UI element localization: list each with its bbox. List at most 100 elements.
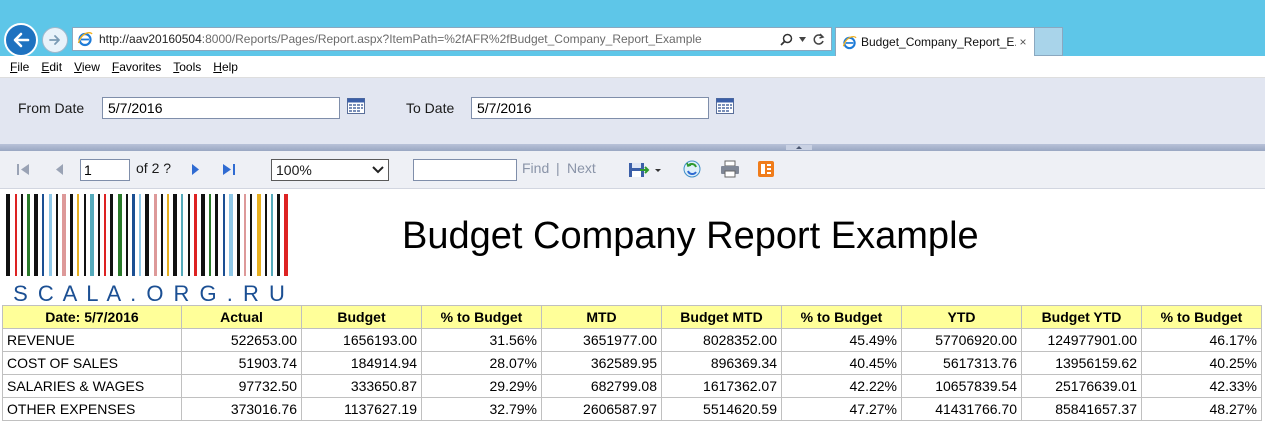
- dropdown-arrow-icon[interactable]: [799, 36, 806, 42]
- menu-help[interactable]: Help: [213, 60, 238, 74]
- column-header-pct-budget: % to Budget: [421, 305, 542, 329]
- back-button[interactable]: [4, 23, 38, 57]
- table-cell: 184914.94: [301, 351, 422, 375]
- barcode-bar: [132, 194, 135, 276]
- barcode-bar: [126, 194, 128, 276]
- table-cell: 42.22%: [781, 374, 902, 398]
- table-cell: 25176639.01: [1021, 374, 1142, 398]
- collapse-arrow-icon[interactable]: [786, 145, 812, 150]
- find-input[interactable]: [413, 159, 517, 181]
- column-header-date: Date: 5/7/2016: [2, 305, 182, 329]
- parameters-splitter[interactable]: [0, 144, 1265, 151]
- table-row: REVENUE 522653.00 1656193.00 31.56% 3651…: [2, 328, 1262, 352]
- column-header-budget: Budget: [301, 305, 422, 329]
- url-text[interactable]: http://aav20160504:8000/Reports/Pages/Re…: [99, 32, 780, 46]
- address-bar[interactable]: http://aav20160504:8000/Reports/Pages/Re…: [72, 27, 832, 51]
- barcode-bar: [42, 194, 44, 276]
- barcode-bar: [201, 194, 205, 276]
- browser-tab[interactable]: Budget_Company_Report_E... ×: [835, 27, 1035, 56]
- menu-tools[interactable]: Tools: [173, 60, 201, 74]
- last-page-icon[interactable]: [222, 163, 236, 176]
- barcode-bar: [110, 194, 113, 276]
- table-cell: 1656193.00: [301, 328, 422, 352]
- zoom-select[interactable]: 100%: [271, 159, 389, 181]
- barcode-bar: [167, 194, 169, 276]
- table-cell: 333650.87: [301, 374, 422, 398]
- barcode-bar: [250, 194, 252, 276]
- barcode-bar: [265, 194, 267, 276]
- table-cell: 45.49%: [781, 328, 902, 352]
- table-cell: 682799.08: [541, 374, 662, 398]
- table-cell: 2606587.97: [541, 397, 662, 421]
- table-cell: 1617362.07: [661, 374, 782, 398]
- table-cell: 51903.74: [181, 351, 302, 375]
- page-number-input[interactable]: [80, 159, 130, 181]
- find-separator: |: [556, 160, 560, 176]
- refresh-report-icon[interactable]: [683, 160, 701, 178]
- forward-button[interactable]: [42, 27, 68, 53]
- print-icon[interactable]: [720, 160, 740, 178]
- barcode-bar: [34, 194, 38, 276]
- barcode-bar: [284, 194, 288, 276]
- column-header-pct-budget-mtd: % to Budget: [781, 305, 902, 329]
- table-cell: 522653.00: [181, 328, 302, 352]
- menu-file[interactable]: File: [10, 60, 29, 74]
- table-cell: 47.27%: [781, 397, 902, 421]
- barcode-bar: [27, 194, 30, 276]
- barcode-bar: [277, 194, 280, 276]
- report-table: Date: 5/7/2016 Actual Budget % to Budget…: [2, 305, 1262, 421]
- column-header-budget-ytd: Budget YTD: [1021, 305, 1142, 329]
- table-cell: 1137627.19: [301, 397, 422, 421]
- tab-title: Budget_Company_Report_E...: [861, 35, 1016, 49]
- barcode-bar: [154, 194, 157, 276]
- refresh-icon[interactable]: [812, 32, 825, 46]
- from-date-input[interactable]: [102, 97, 340, 119]
- data-feed-icon[interactable]: [757, 160, 775, 178]
- search-icon[interactable]: [780, 33, 793, 46]
- table-cell: 362589.95: [541, 351, 662, 375]
- table-cell: 13956159.62: [1021, 351, 1142, 375]
- calendar-icon[interactable]: [347, 98, 365, 114]
- table-row: SALARIES & WAGES 97732.50 333650.87 29.2…: [2, 374, 1262, 398]
- chevron-down-icon: [372, 166, 384, 174]
- barcode-bar: [77, 194, 79, 276]
- report-parameters: From Date To Date: [0, 78, 1265, 145]
- next-link[interactable]: Next: [567, 160, 596, 176]
- table-cell: 31.56%: [421, 328, 542, 352]
- barcode-bar: [15, 194, 17, 276]
- row-label: OTHER EXPENSES: [2, 397, 182, 421]
- barcode-bar: [229, 194, 233, 276]
- table-cell: 10657839.54: [901, 374, 1022, 398]
- barcode-bar: [181, 194, 183, 276]
- back-arrow-icon: [13, 32, 30, 48]
- next-page-icon[interactable]: [191, 163, 201, 176]
- barcode-bar: [161, 194, 163, 276]
- previous-page-icon[interactable]: [54, 163, 64, 176]
- menu-edit[interactable]: Edit: [41, 60, 62, 74]
- export-icon[interactable]: [628, 161, 664, 179]
- column-header-actual: Actual: [181, 305, 302, 329]
- barcode-bar: [194, 194, 197, 276]
- barcode-bar: [188, 194, 190, 276]
- forward-arrow-icon: [49, 35, 60, 45]
- tab-close-icon[interactable]: ×: [1016, 35, 1030, 49]
- menu-favorites[interactable]: Favorites: [112, 60, 161, 74]
- column-header-budget-mtd: Budget MTD: [661, 305, 782, 329]
- first-page-icon[interactable]: [16, 163, 30, 176]
- menu-view[interactable]: View: [74, 60, 100, 74]
- to-date-input[interactable]: [471, 97, 709, 119]
- barcode-bar: [98, 194, 100, 276]
- barcode-bar: [118, 194, 122, 276]
- barcode-bar: [237, 194, 240, 276]
- new-tab-button[interactable]: [1035, 27, 1063, 56]
- table-cell: 97732.50: [181, 374, 302, 398]
- calendar-icon[interactable]: [716, 98, 734, 114]
- table-cell: 40.25%: [1141, 351, 1262, 375]
- find-link[interactable]: Find: [522, 160, 549, 176]
- menu-bar: File Edit View Favorites Tools Help: [0, 56, 1265, 78]
- table-cell: 41431766.70: [901, 397, 1022, 421]
- report-toolbar: of 2 ? 100% Find | Next: [0, 151, 1265, 189]
- report-title: Budget Company Report Example: [402, 215, 979, 257]
- barcode-bar: [244, 194, 246, 276]
- barcode-bar: [209, 194, 211, 276]
